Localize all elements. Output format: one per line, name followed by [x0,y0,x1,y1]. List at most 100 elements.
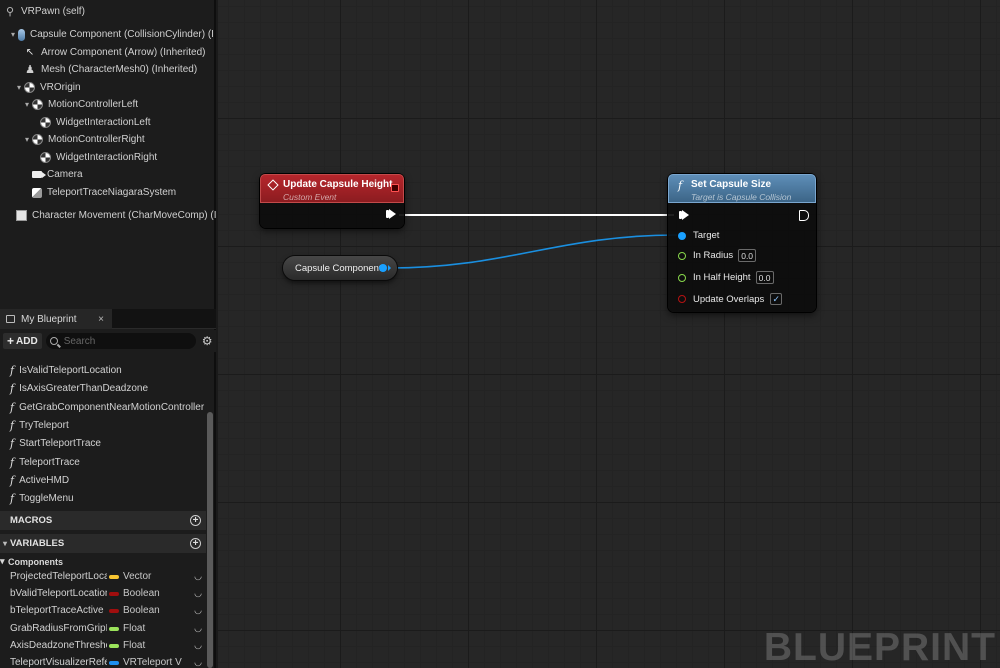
visibility-eye-icon[interactable]: ◡ [194,571,202,582]
event-exec-out-pin[interactable] [386,209,396,219]
add-variable-icon[interactable]: + [190,538,201,549]
component-tree-item[interactable]: WidgetInteractionLeft [0,114,151,131]
target-pin-label: Target [693,230,720,241]
variable-list-item[interactable]: bTeleportTraceActive Boolean ◡ [0,602,206,619]
target-pin[interactable] [678,231,686,240]
gear-icon[interactable]: ⚙ [202,334,213,348]
capsule-component-getter-node[interactable]: Capsule Component [283,256,397,280]
section-variables-label: VARIABLES [10,538,65,549]
component-tree-item-label: WidgetInteractionRight [56,152,158,163]
search-box[interactable] [45,333,196,349]
event-node-update-capsule-height[interactable]: Update Capsule Height Custom Event [260,174,404,228]
variable-list-item[interactable]: AxisDeadzoneThreshold Float ◡ [0,637,206,654]
event-node-subtitle: Custom Event [283,192,337,202]
variable-list-item[interactable]: GrabRadiusFromGripPo Float ◡ [0,620,206,637]
function-icon: f [10,455,15,469]
visibility-eye-icon[interactable]: ◡ [194,623,202,634]
visibility-eye-icon[interactable]: ◡ [194,640,202,651]
component-tree-item[interactable]: TeleportTraceNiagaraSystem [0,184,176,201]
variable-type: Boolean [123,605,160,616]
in-half-height-pin[interactable] [678,273,686,282]
function-list-item[interactable]: f TryTeleport [0,416,206,434]
tab-my-blueprint-label: My Blueprint [21,313,77,325]
scene-icon [32,134,43,145]
function-list-item[interactable]: f IsAxisGreaterThanDeadzone [0,379,206,397]
component-tree-item[interactable]: ↖ Arrow Component (Arrow) (Inherited) [0,44,206,61]
function-list-item[interactable]: f TeleportTrace [0,453,206,471]
component-tree-item[interactable]: ♟ Mesh (CharacterMesh0) (Inherited) [0,61,197,78]
function-node-set-capsule-size[interactable]: f Set Capsule Size Target is Capsule Col… [668,174,816,312]
function-list-item[interactable]: f StartTeleportTrace [0,434,206,452]
in-radius-field[interactable]: 0.0 [738,249,757,262]
component-tree-item-label: MotionControllerRight [48,134,145,145]
visibility-eye-icon[interactable]: ◡ [194,657,202,668]
visibility-eye-icon[interactable]: ◡ [194,605,202,616]
variable-list-item[interactable]: bValidTeleportLocation Boolean ◡ [0,585,206,602]
pin-row-target: Target [678,230,719,241]
function-icon: f [10,363,15,377]
variable-category-components[interactable]: ▾ Components [0,554,206,569]
my-blueprint-scrollbar[interactable] [207,412,213,668]
component-tree-item-label: TeleportTraceNiagaraSystem [47,187,177,198]
expand-arrow-icon[interactable]: ▾ [14,83,24,92]
component-tree-item[interactable]: WidgetInteractionRight [0,149,157,166]
component-tree-item[interactable]: ▾ MotionControllerRight [0,131,145,148]
function-exec-in-pin[interactable] [679,210,689,220]
function-icon: f [10,418,15,432]
in-half-height-label: In Half Height [693,272,751,283]
search-icon [49,337,58,345]
tab-my-blueprint[interactable]: My Blueprint × [0,309,112,329]
chevron-down-icon[interactable]: ▾ [0,539,10,548]
expand-arrow-icon[interactable]: ▾ [22,135,32,144]
blueprint-graph[interactable]: Update Capsule Height Custom Event Capsu… [218,0,1000,668]
component-tree-item[interactable]: ▾ VROrigin [0,79,81,96]
add-button[interactable]: + ADD [3,333,42,349]
component-tree-item[interactable]: ⚲ VRPawn (self) [0,3,85,20]
arrow-icon: ↖ [25,47,35,58]
component-tree-item-label: VROrigin [40,82,81,93]
function-list-item[interactable]: f ToggleMenu [0,489,206,507]
capsule-component-label: Capsule Component [295,262,382,274]
expand-arrow-icon[interactable]: ▾ [22,100,32,109]
function-list-item[interactable]: f GetGrabComponentNearMotionController [0,398,206,416]
function-list-item[interactable]: f ActiveHMD [0,471,206,489]
component-tree-item-label: Mesh (CharacterMesh0) (Inherited) [41,64,198,75]
variable-list-item[interactable]: ProjectedTeleportLocati Vector ◡ [0,568,206,585]
function-name: TryTeleport [19,419,69,431]
variable-type-pill-icon [109,608,119,613]
delegate-pin-icon[interactable] [391,184,399,192]
capsule-component-out-pin[interactable] [379,264,391,272]
pin-row-in-half-height: In Half Height 0.0 [678,271,774,284]
function-name: ToggleMenu [19,492,74,504]
expand-arrow-icon[interactable]: ▾ [8,30,18,39]
section-macros[interactable]: MACROS + [0,511,206,530]
in-radius-pin[interactable] [678,251,686,260]
component-tree-item[interactable]: Character Movement (CharMoveComp) (I [0,207,216,224]
function-exec-out-pin[interactable] [799,210,809,221]
variable-list-item[interactable]: TeleportVisualizerRefere VRTeleport V ◡ [0,654,206,668]
object-wire [388,234,678,269]
variable-type: Float [123,640,146,651]
variable-name: ProjectedTeleportLocati [10,571,107,582]
update-overlaps-pin[interactable] [678,295,686,303]
component-tree-item[interactable]: Camera [0,166,83,183]
close-tab-icon[interactable]: × [98,314,104,325]
visibility-eye-icon[interactable]: ◡ [194,588,202,599]
niagara-icon [32,187,42,198]
search-input[interactable] [63,335,184,347]
plus-icon: + [7,334,15,348]
function-icon: f [10,436,15,450]
function-list-item[interactable]: f IsValidTeleportLocation [0,361,206,379]
in-half-height-field[interactable]: 0.0 [755,271,774,284]
function-node-header: f Set Capsule Size Target is Capsule Col… [668,174,816,203]
add-macro-icon[interactable]: + [190,515,201,526]
update-overlaps-checkbox[interactable]: ✓ [770,293,783,305]
movement-icon [16,210,27,221]
function-name: TeleportTrace [19,456,80,468]
chevron-down-icon[interactable]: ▾ [0,556,8,567]
component-tree-item[interactable]: ▾ Capsule Component (CollisionCylinder) (… [0,26,214,43]
variable-type-pill-icon [109,591,119,596]
section-variables[interactable]: ▾ VARIABLES + [0,534,206,553]
component-tree-item[interactable]: ▾ MotionControllerLeft [0,96,138,113]
variable-type-pill-icon [109,660,119,665]
